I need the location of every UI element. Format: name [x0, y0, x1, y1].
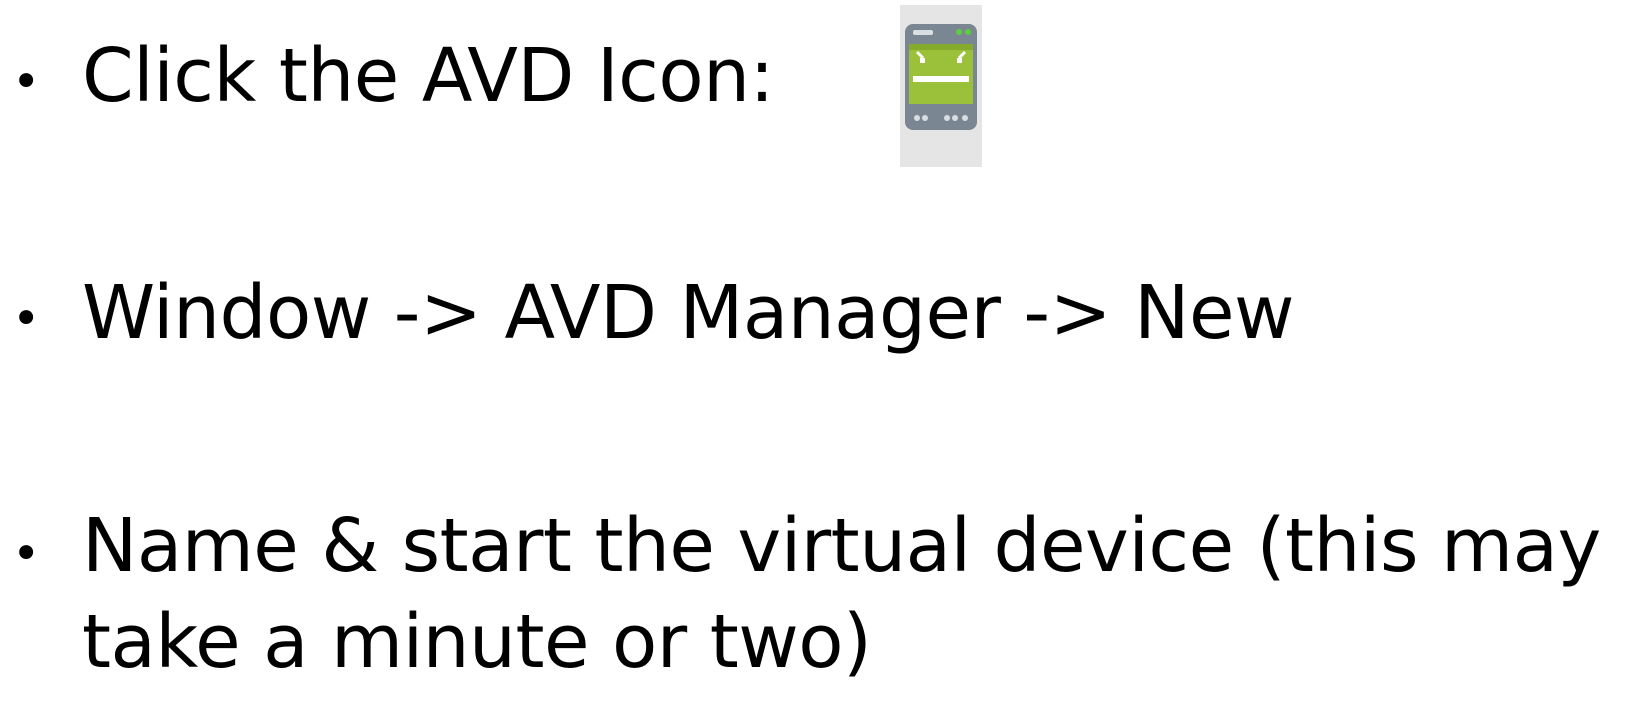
bullet-text-line-2: take a minute or two) — [82, 599, 872, 685]
bullet-dot: • — [12, 54, 41, 110]
slide: • Click the AVD Icon: • Window -> AVD Ma… — [0, 0, 1635, 703]
bullet-item-name-start-device: • Name & start the virtual device (this … — [0, 490, 1635, 700]
avd-manager-icon[interactable] — [900, 5, 982, 167]
bullet-text: Name & start the virtual device (this ma… — [82, 498, 1601, 690]
bullet-text-line-1: Name & start the virtual device (this ma… — [82, 503, 1601, 589]
bullet-text: Window -> AVD Manager -> New — [82, 270, 1295, 356]
bullet-dot: • — [12, 526, 41, 582]
bullet-text: Click the AVD Icon: — [82, 33, 774, 119]
bullet-item-click-avd-icon: • Click the AVD Icon: — [0, 18, 1635, 138]
avd-device-icon-graphic — [905, 24, 977, 130]
bullet-dot: • — [12, 291, 41, 347]
bullet-item-window-avd-manager: • Window -> AVD Manager -> New — [0, 255, 1635, 375]
